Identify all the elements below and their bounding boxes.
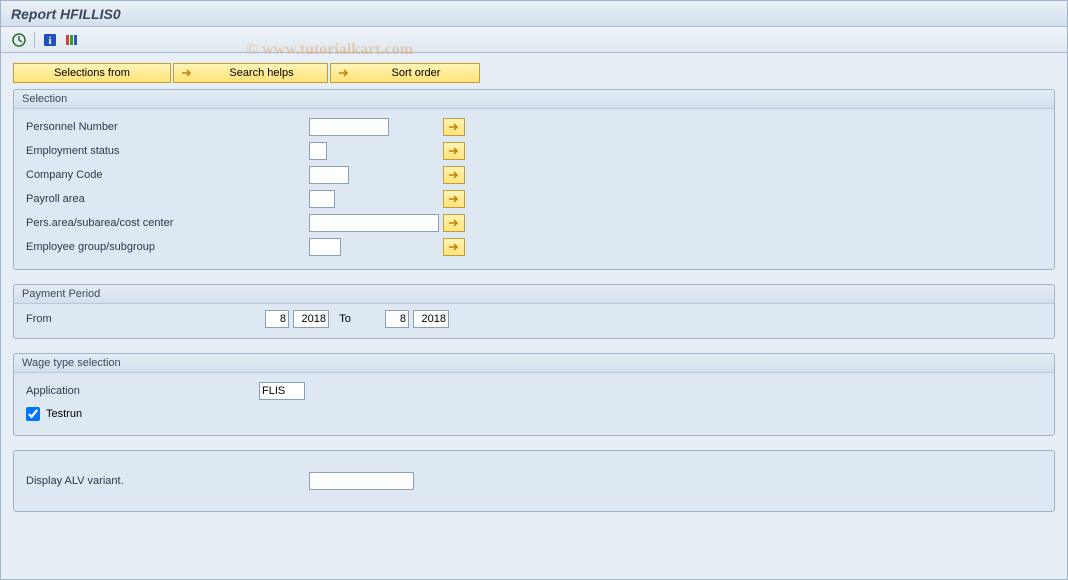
- employee-group-label: Employee group/subgroup: [24, 241, 309, 253]
- page-title: Report HFILLIS0: [11, 6, 121, 22]
- selections-from-button[interactable]: Selections from: [13, 63, 171, 83]
- from-label: From: [26, 313, 261, 325]
- content-area: Selections from Search helps Sort order …: [1, 53, 1067, 579]
- company-code-input[interactable]: [309, 166, 349, 184]
- testrun-label: Testrun: [46, 408, 82, 420]
- alv-label: Display ALV variant.: [24, 475, 309, 487]
- to-month-input[interactable]: [385, 310, 409, 328]
- wage-type-title: Wage type selection: [14, 354, 1054, 373]
- range-button[interactable]: [443, 238, 465, 256]
- title-bar: Report HFILLIS0: [1, 1, 1067, 27]
- to-label: To: [333, 313, 357, 325]
- employee-group-input[interactable]: [309, 238, 341, 256]
- sort-order-label: Sort order: [361, 67, 471, 79]
- color-bars-icon[interactable]: [64, 32, 80, 48]
- toolbar-separator: [34, 32, 35, 48]
- personnel-number-label: Personnel Number: [24, 121, 309, 133]
- app-toolbar: i: [1, 27, 1067, 53]
- payment-period-title: Payment Period: [14, 285, 1054, 304]
- employment-status-label: Employment status: [24, 145, 309, 157]
- field-row-company-code: Company Code: [24, 163, 1044, 187]
- range-button[interactable]: [443, 190, 465, 208]
- field-row-employee-group: Employee group/subgroup: [24, 235, 1044, 259]
- payroll-area-label: Payroll area: [24, 193, 309, 205]
- selection-group: Selection Personnel Number Employment st…: [13, 89, 1055, 270]
- payment-period-group: Payment Period From To: [13, 284, 1055, 339]
- from-year-input[interactable]: [293, 310, 329, 328]
- application-input[interactable]: [259, 382, 305, 400]
- company-code-label: Company Code: [24, 169, 309, 181]
- field-row-payroll-area: Payroll area: [24, 187, 1044, 211]
- svg-text:i: i: [48, 35, 51, 47]
- field-row-personnel-number: Personnel Number: [24, 115, 1044, 139]
- from-month-input[interactable]: [265, 310, 289, 328]
- selection-group-title: Selection: [14, 90, 1054, 109]
- employment-status-input[interactable]: [309, 142, 327, 160]
- pers-area-label: Pers.area/subarea/cost center: [24, 217, 309, 229]
- selections-from-label: Selections from: [54, 67, 130, 79]
- range-button[interactable]: [443, 142, 465, 160]
- alv-input[interactable]: [309, 472, 414, 490]
- payroll-area-input[interactable]: [309, 190, 335, 208]
- arrow-right-icon: [335, 65, 353, 81]
- application-label: Application: [24, 385, 259, 397]
- range-button[interactable]: [443, 166, 465, 184]
- testrun-checkbox[interactable]: [26, 407, 40, 421]
- field-row-pers-area: Pers.area/subarea/cost center: [24, 211, 1044, 235]
- search-helps-label: Search helps: [204, 67, 319, 79]
- wage-type-group: Wage type selection Application Testrun: [13, 353, 1055, 436]
- button-row: Selections from Search helps Sort order: [13, 63, 1055, 83]
- field-row-employment-status: Employment status: [24, 139, 1044, 163]
- info-icon[interactable]: i: [42, 32, 58, 48]
- execute-icon[interactable]: [11, 32, 27, 48]
- alv-group: Display ALV variant.: [13, 450, 1055, 512]
- range-button[interactable]: [443, 118, 465, 136]
- arrow-right-icon: [178, 65, 196, 81]
- to-year-input[interactable]: [413, 310, 449, 328]
- sort-order-button[interactable]: Sort order: [330, 63, 480, 83]
- search-helps-button[interactable]: Search helps: [173, 63, 328, 83]
- range-button[interactable]: [443, 214, 465, 232]
- personnel-number-input[interactable]: [309, 118, 389, 136]
- pers-area-input[interactable]: [309, 214, 439, 232]
